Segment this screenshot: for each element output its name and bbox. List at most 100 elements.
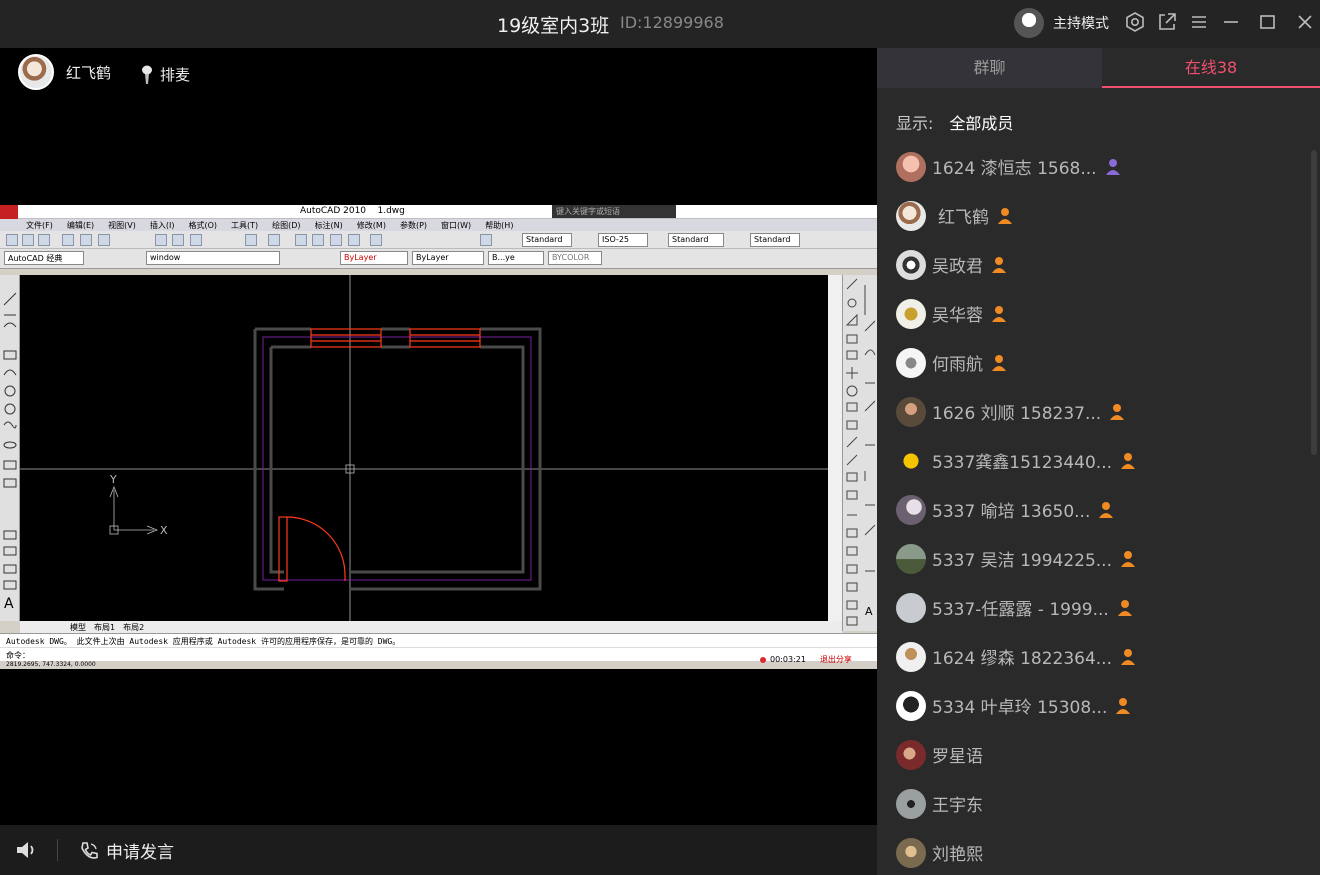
member-filter[interactable]: 显示: 全部成员 xyxy=(896,110,1013,134)
popout-icon[interactable] xyxy=(1156,11,1178,33)
filter-value[interactable]: 全部成员 xyxy=(949,114,1013,133)
member-name: 1626 刘顺 158237... xyxy=(932,404,1102,424)
member-item[interactable]: 吴政君 xyxy=(877,240,1307,289)
cad-menu-item[interactable]: 绘图(D) xyxy=(272,220,300,231)
mic-queue-label: 排麦 xyxy=(160,66,191,84)
maximize-icon[interactable] xyxy=(1257,11,1279,33)
cad-menu-item[interactable]: 帮助(H) xyxy=(485,220,513,231)
phone-icon xyxy=(81,841,98,859)
linetype-select[interactable]: ByLayer xyxy=(412,251,484,265)
filter-label: 显示: xyxy=(896,114,934,133)
cut-icon[interactable] xyxy=(155,234,167,246)
preview-icon[interactable] xyxy=(80,234,92,246)
member-item[interactable]: 吴华蓉 xyxy=(877,289,1307,338)
zoom-window-icon[interactable] xyxy=(330,234,342,246)
paste-icon[interactable] xyxy=(190,234,202,246)
zoom-icon[interactable] xyxy=(312,234,324,246)
text-style-select[interactable]: Standard xyxy=(522,233,572,247)
color-select[interactable]: ByLayer xyxy=(340,251,408,265)
member-item[interactable]: 1624 漆恒志 1568... xyxy=(877,142,1307,191)
member-role-icon xyxy=(998,207,1012,224)
member-item[interactable]: 红飞鹤 xyxy=(877,191,1307,240)
cad-menu-item[interactable]: 窗口(W) xyxy=(441,220,471,231)
member-item[interactable]: 罗星语 xyxy=(877,730,1307,779)
dim-style-select[interactable]: ISO-25 xyxy=(598,233,648,247)
open-file-icon[interactable] xyxy=(22,234,34,246)
member-item[interactable]: 5337 喻培 13650... xyxy=(877,485,1307,534)
cad-menu-item[interactable]: 格式(O) xyxy=(188,220,217,231)
properties-icon[interactable] xyxy=(370,234,382,246)
tab-group-chat[interactable]: 群聊 xyxy=(877,48,1102,88)
zoom-previous-icon[interactable] xyxy=(348,234,360,246)
cad-menu-item[interactable]: 标注(N) xyxy=(315,220,343,231)
menu-icon[interactable] xyxy=(1188,11,1210,33)
member-item[interactable]: 1626 刘顺 158237... xyxy=(877,387,1307,436)
member-item[interactable]: 刘艳熙 xyxy=(877,828,1307,875)
exit-share-button[interactable]: 退出分享 xyxy=(820,654,852,665)
redo-icon[interactable] xyxy=(268,234,280,246)
svg-text:A: A xyxy=(865,605,873,618)
member-name: 5337 喻培 13650... xyxy=(932,502,1091,522)
undo-icon[interactable] xyxy=(245,234,257,246)
tab-layout1[interactable]: 布局1 xyxy=(94,622,115,633)
publish-icon[interactable] xyxy=(98,234,110,246)
layer-select[interactable]: window xyxy=(146,251,280,265)
tab-layout2[interactable]: 布局2 xyxy=(123,622,144,633)
cad-menu-item[interactable]: 文件(F) xyxy=(26,220,53,231)
tab-online[interactable]: 在线38 xyxy=(1102,48,1320,88)
cad-draw-toolbar: A xyxy=(0,275,20,621)
member-item[interactable]: 王宇东 xyxy=(877,779,1307,828)
member-avatar xyxy=(896,837,926,868)
apply-speak-button[interactable]: 申请发言 xyxy=(78,838,174,863)
cad-menu-item[interactable]: 工具(T) xyxy=(231,220,258,231)
member-avatar xyxy=(896,690,926,721)
window-title: 19级室内3班 xyxy=(497,15,610,37)
settings-icon[interactable] xyxy=(1124,11,1146,33)
copy-icon[interactable] xyxy=(172,234,184,246)
host-mode-label[interactable]: 主持模式 xyxy=(1053,13,1109,33)
cad-search-box[interactable]: 键入关键字或短语 xyxy=(552,205,676,218)
lineweight-select[interactable]: B...ye xyxy=(488,251,544,265)
member-item[interactable]: 5337龚鑫15123440... xyxy=(877,436,1307,485)
cad-menu-item[interactable]: 编辑(E) xyxy=(67,220,94,231)
cad-menu-item[interactable]: 视图(V) xyxy=(108,220,136,231)
member-avatar xyxy=(896,347,926,378)
member-item[interactable]: 5337 吴洁 1994225... xyxy=(877,534,1307,583)
tab-model[interactable]: 模型 xyxy=(70,622,86,633)
close-icon[interactable] xyxy=(1294,11,1316,33)
member-avatar xyxy=(896,249,926,280)
member-item[interactable]: 5337-任露露 - 1999... xyxy=(877,583,1307,632)
new-file-icon[interactable] xyxy=(6,234,18,246)
cad-menu-item[interactable]: 修改(M) xyxy=(357,220,386,231)
workspace-select[interactable]: AutoCAD 经典 xyxy=(4,251,84,265)
host-avatar[interactable] xyxy=(1014,8,1044,38)
cad-layers-toolbar: AutoCAD 经典 window ByLayer ByLayer B...ye… xyxy=(0,249,877,269)
member-item[interactable]: 5334 叶卓玲 15308... xyxy=(877,681,1307,730)
member-list-scrollbar[interactable] xyxy=(1311,150,1317,455)
member-name: 红飞鹤 xyxy=(938,208,989,228)
plotstyle-select[interactable]: BYCOLOR xyxy=(548,251,602,265)
pan-icon[interactable] xyxy=(295,234,307,246)
table-style-select[interactable]: Standard xyxy=(668,233,724,247)
minimize-icon[interactable] xyxy=(1220,11,1242,33)
cad-menu-item[interactable]: 插入(I) xyxy=(150,220,175,231)
member-role-icon xyxy=(992,256,1006,273)
member-list: 1624 漆恒志 1568... 红飞鹤 吴政君 吴华蓉 何雨航 1626 刘顺… xyxy=(877,142,1307,875)
cad-drawing-canvas[interactable]: Y X xyxy=(20,275,828,621)
cad-vertical-scrollbar[interactable] xyxy=(828,275,842,621)
save-icon[interactable] xyxy=(38,234,50,246)
member-item[interactable]: 何雨航 xyxy=(877,338,1307,387)
member-item[interactable]: 1624 缪森 1822364... xyxy=(877,632,1307,681)
speaker-icon[interactable] xyxy=(15,839,39,861)
apply-speak-label: 申请发言 xyxy=(106,843,174,863)
cad-modify-toolbar: A xyxy=(842,275,877,631)
mic-queue-button[interactable]: 排麦 xyxy=(140,64,190,85)
cad-command-history: Autodesk DWG。 此文件上次由 Autodesk 应用程序或 Auto… xyxy=(0,633,877,647)
member-name: 1624 漆恒志 1568... xyxy=(932,159,1097,179)
cad-command-line[interactable]: 命令： xyxy=(0,647,877,661)
mleader-style-select[interactable]: Standard xyxy=(750,233,800,247)
cad-menu-item[interactable]: 参数(P) xyxy=(400,220,427,231)
presenter-avatar[interactable] xyxy=(18,54,54,90)
print-icon[interactable] xyxy=(62,234,74,246)
help-icon[interactable] xyxy=(480,234,492,246)
